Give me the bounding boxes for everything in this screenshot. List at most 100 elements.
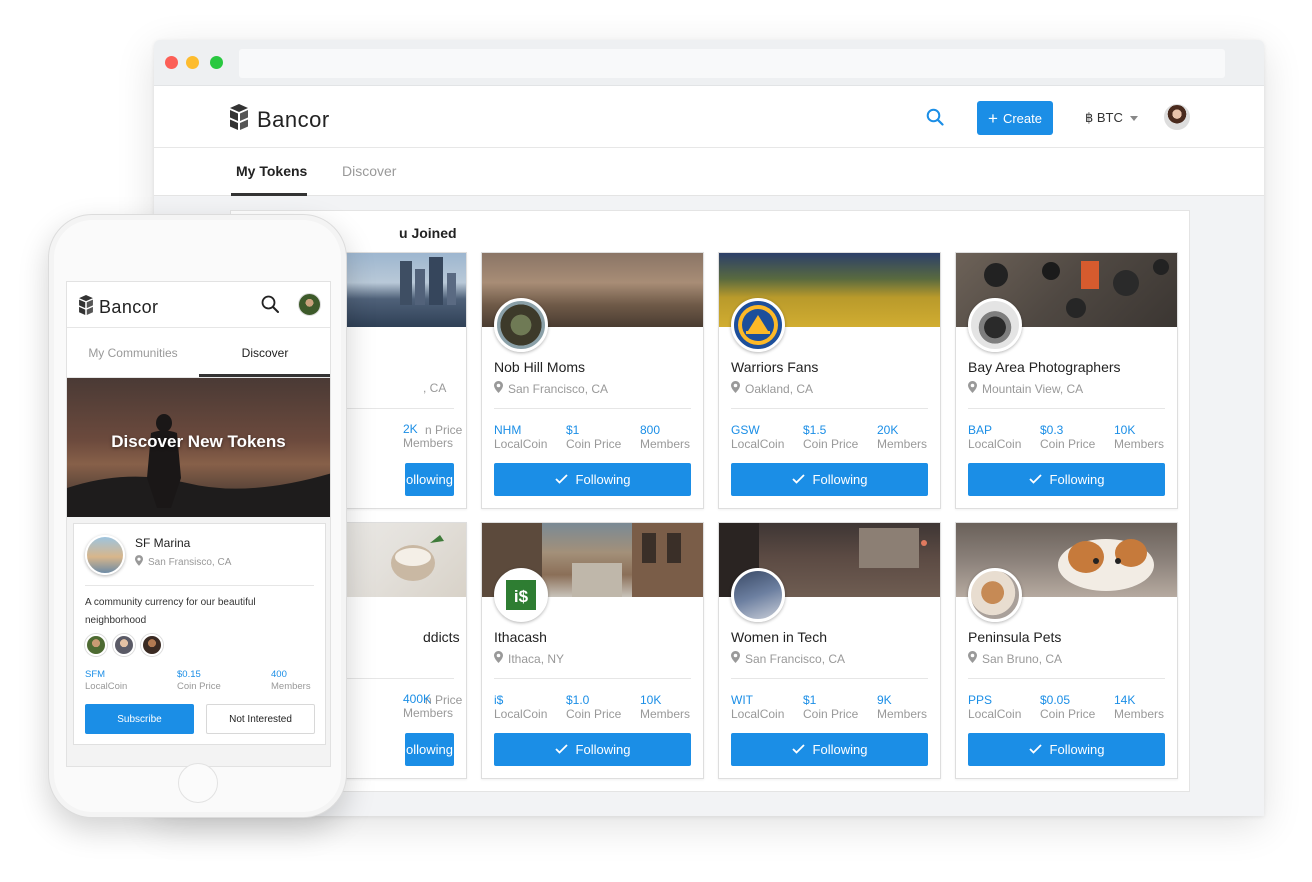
following-label: Following <box>575 472 631 487</box>
mobile-brand-name: Bancor <box>99 297 159 317</box>
stat-value: $0.05 <box>1040 693 1071 707</box>
location-text: San Fransisco, CA <box>148 556 232 568</box>
community-card[interactable]: Women in Tech San Francisco, CA WIT Local… <box>718 522 941 779</box>
community-card[interactable]: Bay Area Photographers Mountain View, CA… <box>955 252 1178 509</box>
stat-members: 400K Members <box>403 692 453 720</box>
card-title: Bay Area Photographers <box>968 359 1121 375</box>
pin-icon <box>494 381 503 396</box>
stat-value: BAP <box>968 423 993 437</box>
stat-label: LocalCoin <box>968 437 1022 451</box>
stat-localcoin: SFM LocalCoin <box>85 669 127 693</box>
community-card[interactable]: i$ Ithacash Ithaca, NY i$ LocalCoin $1.0 C… <box>481 522 704 779</box>
card-location: Oakland, CA <box>731 381 813 396</box>
stat-value: SFM <box>85 669 106 680</box>
brand-name: Bancor <box>257 106 330 132</box>
ithacash-logo-text: i$ <box>514 587 529 606</box>
stat-value: $0.15 <box>177 669 201 680</box>
search-icon[interactable] <box>261 295 279 318</box>
card-title: Peninsula Pets <box>968 629 1062 645</box>
subscribe-button[interactable]: Subscribe <box>85 704 194 734</box>
following-button[interactable]: Following <box>494 463 691 496</box>
minimize-window-button[interactable] <box>186 56 199 69</box>
location-text: Mountain View, CA <box>982 381 1084 396</box>
check-icon <box>1028 742 1042 757</box>
member-avatar <box>141 634 163 656</box>
card-location: , CA <box>423 381 446 395</box>
card-divider <box>968 408 1165 409</box>
following-button[interactable]: ollowing <box>405 463 454 496</box>
create-button[interactable]: + Create <box>977 101 1053 135</box>
discover-hero[interactable]: Discover New Tokens <box>67 378 330 517</box>
address-bar[interactable] <box>239 49 1225 78</box>
card-title: Warriors Fans <box>731 359 819 375</box>
following-button[interactable]: ollowing <box>405 733 454 766</box>
currency-selector[interactable]: ฿ BTC <box>1085 110 1138 126</box>
stat-localcoin: i$ LocalCoin <box>494 693 547 721</box>
check-icon <box>554 472 568 487</box>
card-title: Nob Hill Moms <box>494 359 586 375</box>
following-label: ollowing <box>406 742 453 757</box>
stat-members: 14K Members <box>1114 693 1164 721</box>
brand[interactable]: Bancor <box>230 104 330 135</box>
check-icon <box>1028 472 1042 487</box>
following-button[interactable]: Following <box>731 463 928 496</box>
card-title: Ithacash <box>494 629 547 645</box>
card-location: San Fransisco, CA <box>135 555 231 569</box>
stat-label: Members <box>1114 437 1165 451</box>
community-card[interactable]: Peninsula Pets San Bruno, CA PPS LocalCoi… <box>955 522 1178 779</box>
stat-value: 10K <box>640 693 662 707</box>
card-title: Women in Tech <box>731 629 827 645</box>
maximize-window-button[interactable] <box>210 56 223 69</box>
chevron-down-icon <box>1129 115 1138 121</box>
following-button[interactable]: Following <box>494 733 691 766</box>
tab-my-tokens[interactable]: My Tokens <box>230 163 308 196</box>
stat-value: 400 <box>271 669 287 680</box>
stat-localcoin: NHM LocalCoin <box>494 423 547 451</box>
not-interested-button[interactable]: Not Interested <box>206 704 315 734</box>
location-text: San Bruno, CA <box>982 651 1063 666</box>
community-card[interactable]: Warriors Fans Oakland, CA GSW LocalCoin $… <box>718 252 941 509</box>
community-card[interactable]: SF Marina San Fransisco, CA A community … <box>73 523 326 745</box>
currency-label: ฿ BTC <box>1085 110 1123 125</box>
following-button[interactable]: Following <box>731 733 928 766</box>
stat-label: Coin Price <box>803 437 859 451</box>
search-icon[interactable] <box>926 108 944 131</box>
stat-coin-price: $1 Coin Price <box>803 693 858 721</box>
community-badge <box>494 298 548 352</box>
check-icon <box>554 742 568 757</box>
following-button[interactable]: Following <box>968 733 1165 766</box>
home-button[interactable] <box>178 763 218 803</box>
user-avatar[interactable] <box>1164 104 1190 130</box>
tab-my-communities[interactable]: My Communities <box>67 346 199 360</box>
stat-label: Members <box>403 436 454 450</box>
tab-discover[interactable]: Discover <box>199 346 330 377</box>
stat-coin-price: $0.05 Coin Price <box>1040 693 1095 721</box>
stat-value: NHM <box>494 423 522 437</box>
plus-icon: + <box>988 108 998 128</box>
close-window-button[interactable] <box>165 56 178 69</box>
stat-value: 800 <box>640 423 661 437</box>
stat-label: Members <box>1114 707 1165 721</box>
following-button[interactable]: Following <box>968 463 1165 496</box>
phone-device: Bancor My Communities Discover Discover … <box>48 214 347 818</box>
stat-members: 9K Members <box>877 693 927 721</box>
check-icon <box>791 472 805 487</box>
user-avatar[interactable] <box>298 293 321 316</box>
member-avatar <box>113 634 135 656</box>
stat-label: Members <box>877 437 928 451</box>
card-divider <box>494 408 691 409</box>
pin-icon <box>135 555 143 569</box>
location-text: Oakland, CA <box>745 381 814 396</box>
stat-label: LocalCoin <box>731 707 785 721</box>
stat-coin-price: $0.3 Coin Price <box>1040 423 1095 451</box>
stat-value: 2K <box>403 422 418 436</box>
location-text: San Francisco, CA <box>745 651 846 666</box>
community-badge <box>968 298 1022 352</box>
card-title: ddicts <box>423 629 460 645</box>
section-title: u Joined <box>399 225 457 241</box>
tab-discover[interactable]: Discover <box>342 163 396 179</box>
mobile-brand[interactable]: Bancor <box>79 295 158 320</box>
stat-label: Members <box>640 437 691 451</box>
community-card[interactable]: Nob Hill Moms San Francisco, CA NHM Local… <box>481 252 704 509</box>
stat-label: LocalCoin <box>494 707 548 721</box>
